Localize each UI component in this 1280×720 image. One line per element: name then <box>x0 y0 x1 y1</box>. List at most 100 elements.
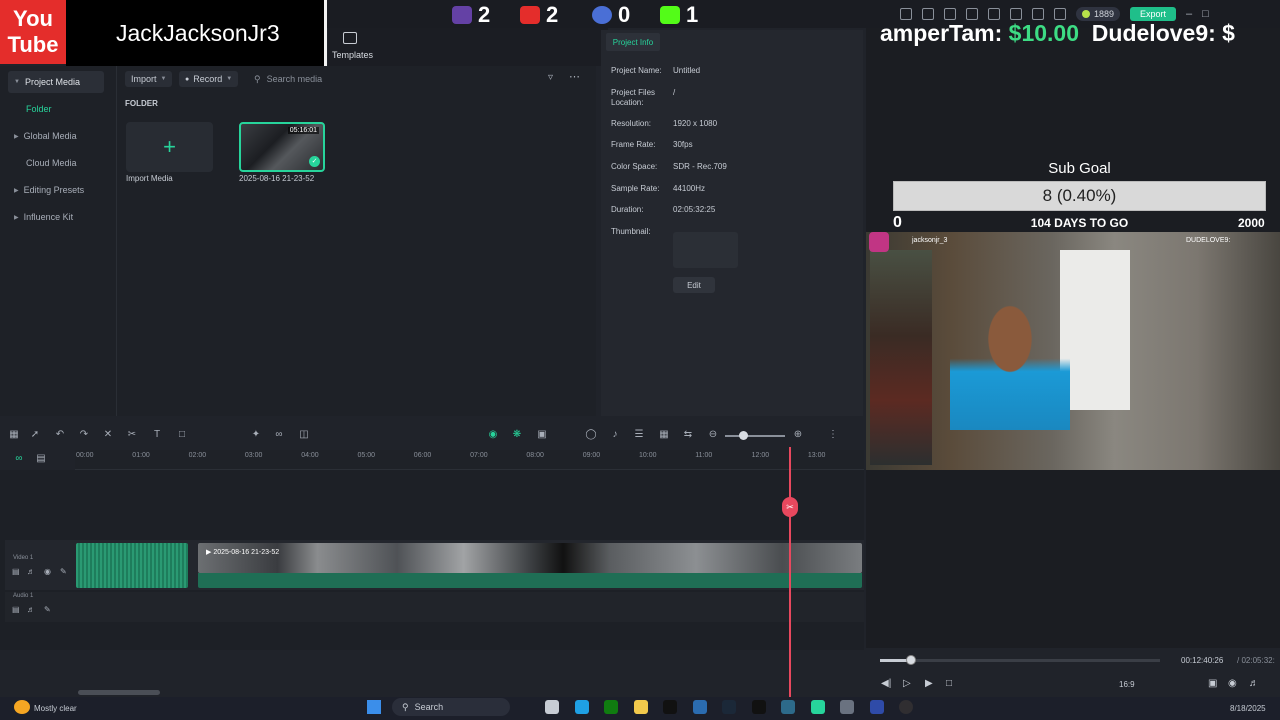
zoom-out-icon[interactable]: ⊖ <box>707 429 719 441</box>
select-tool-icon[interactable]: ➚ <box>29 429 41 441</box>
search-media-input[interactable]: ⚲ Search media <box>250 71 540 87</box>
zoom-in-icon[interactable]: ⊕ <box>792 429 804 441</box>
image-icon[interactable]: ▦ <box>658 429 670 441</box>
play-icon[interactable]: ▶ <box>925 678 933 689</box>
lock-icon[interactable]: ✎ <box>60 567 67 576</box>
text-icon[interactable]: T <box>151 429 163 441</box>
tab-templates[interactable]: Templates <box>332 50 373 60</box>
minimize-icon[interactable]: – <box>1186 8 1192 20</box>
prev-frame-icon[interactable]: ◀| <box>881 678 891 689</box>
eye-icon[interactable]: ◉ <box>44 567 51 576</box>
windows-start-icon[interactable] <box>367 700 381 714</box>
support-icon[interactable] <box>1032 8 1044 20</box>
ruler-tick-label: 03:00 <box>244 452 263 459</box>
folder-icon[interactable]: ▤ <box>12 605 20 614</box>
audio-track-1[interactable] <box>5 592 864 622</box>
stop-icon[interactable]: □ <box>946 678 952 689</box>
more-icon[interactable]: ⋯ <box>569 70 580 83</box>
timeline-clip-audio[interactable] <box>198 573 862 588</box>
app-icon[interactable] <box>781 700 795 714</box>
gift-icon[interactable] <box>900 8 912 20</box>
layout-icon[interactable]: ▦ <box>8 429 20 441</box>
delete-icon[interactable]: ✕ <box>102 429 114 441</box>
obs-icon[interactable] <box>899 700 913 714</box>
nav-influence-kit[interactable]: ▶ Influence Kit <box>8 206 104 228</box>
send-icon[interactable] <box>922 8 934 20</box>
nav-folder[interactable]: Folder <box>8 98 104 120</box>
coins-pill[interactable]: 1889 <box>1076 7 1121 21</box>
info-value: / <box>673 88 676 97</box>
import-media-tile[interactable]: + <box>126 122 213 172</box>
export-button[interactable]: Export <box>1130 7 1177 21</box>
templates-icon[interactable] <box>343 32 357 44</box>
folder-icon[interactable]: ▤ <box>12 567 20 576</box>
volume-icon[interactable]: ♬ <box>1249 678 1259 689</box>
track-manager-icon[interactable]: ▤ <box>35 453 47 465</box>
render-icon[interactable]: ◉ <box>487 429 499 441</box>
undo-icon[interactable]: ↶ <box>54 429 66 441</box>
shield-icon[interactable]: ◯ <box>585 429 597 441</box>
speaker-icon[interactable]: ♬ <box>27 567 35 576</box>
tab-project-info[interactable]: Project Info <box>606 33 660 51</box>
camera-icon[interactable]: ◉ <box>1228 678 1237 689</box>
thumbnail-preview[interactable] <box>673 232 738 268</box>
drive-icon[interactable] <box>966 8 978 20</box>
weather-icon[interactable] <box>14 700 30 714</box>
filmora-icon[interactable] <box>811 700 825 714</box>
edit-thumbnail-button[interactable]: Edit <box>673 277 715 293</box>
timeline-clip-audio-waveform[interactable] <box>76 543 188 588</box>
file-explorer-icon[interactable] <box>634 700 648 714</box>
edge-icon[interactable] <box>575 700 589 714</box>
multicam-icon[interactable]: ◫ <box>298 429 310 441</box>
nav-global-media[interactable]: ▶ Global Media <box>8 125 104 147</box>
player-scrubber-knob[interactable] <box>906 655 916 665</box>
playhead-scissors-icon[interactable]: ✂ <box>782 497 798 517</box>
xbox-icon[interactable] <box>604 700 618 714</box>
tiktok-icon[interactable] <box>663 700 677 714</box>
record-button[interactable]: ● Record ▼ <box>179 71 239 87</box>
tiktok-icon[interactable] <box>752 700 766 714</box>
weather-text[interactable]: Mostly clear <box>34 704 77 713</box>
monitor-icon[interactable]: ▣ <box>1208 678 1217 689</box>
redo-icon[interactable]: ↷ <box>78 429 90 441</box>
timeline-clip-video[interactable] <box>198 543 862 573</box>
transition-icon[interactable]: ∞ <box>273 429 285 441</box>
nav-editing-presets[interactable]: ▶ Editing Presets <box>8 179 104 201</box>
filter-icon[interactable]: ▿ <box>548 72 553 83</box>
link-icon[interactable]: ∞ <box>13 453 25 465</box>
webcam-person <box>950 300 1070 430</box>
image-icon[interactable] <box>988 8 1000 20</box>
zoom-slider-knob[interactable] <box>739 431 748 440</box>
taskbar-search[interactable]: ⚲ Search <box>392 698 510 716</box>
preview-icon[interactable]: ▣ <box>536 429 548 441</box>
maximize-icon[interactable]: □ <box>1202 8 1209 20</box>
list-icon[interactable] <box>944 8 956 20</box>
import-button[interactable]: Import ▼ <box>125 71 173 87</box>
media-clip-thumbnail[interactable]: 05:16:01 ✓ <box>239 122 325 172</box>
replace-icon[interactable]: ⇆ <box>682 429 694 441</box>
task-view-icon[interactable] <box>545 700 559 714</box>
play-back-icon[interactable]: ▷ <box>903 678 911 689</box>
speaker-icon[interactable]: ♬ <box>27 605 35 614</box>
snap-icon[interactable]: ❋ <box>511 429 523 441</box>
steam-icon[interactable] <box>722 700 736 714</box>
playhead[interactable] <box>789 447 791 720</box>
timeline-scrollbar[interactable] <box>78 690 160 695</box>
aspect-ratio-select[interactable]: 16:9 <box>1119 680 1135 689</box>
app-icon[interactable] <box>693 700 707 714</box>
ai-icon[interactable]: ✦ <box>250 429 262 441</box>
settings-icon[interactable] <box>840 700 854 714</box>
app-icon[interactable] <box>870 700 884 714</box>
grid-icon[interactable]: ⋮ <box>827 429 839 441</box>
list-icon[interactable]: ☰ <box>633 429 645 441</box>
player-scrubber[interactable] <box>880 659 1160 662</box>
mic-icon[interactable]: ♪ <box>609 429 621 441</box>
nav-project-media[interactable]: ▼ Project Media <box>8 71 104 93</box>
cloud-icon[interactable] <box>1010 8 1022 20</box>
grid-icon[interactable] <box>1054 8 1066 20</box>
nav-cloud-media[interactable]: Cloud Media <box>8 152 104 174</box>
lock-icon[interactable]: ✎ <box>44 605 51 614</box>
zoom-slider[interactable] <box>725 435 785 437</box>
cut-icon[interactable]: ✂ <box>126 429 138 441</box>
crop-icon[interactable]: □ <box>176 429 188 441</box>
